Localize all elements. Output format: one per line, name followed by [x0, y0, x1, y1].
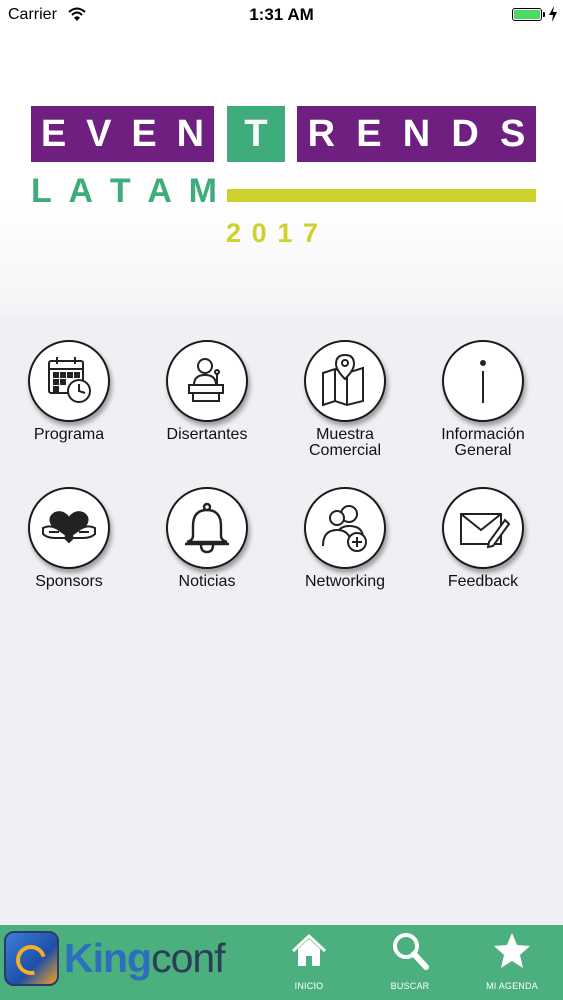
- menu-label: Programa: [33, 426, 105, 443]
- logo-rends-block: RENDS: [297, 106, 536, 162]
- info-icon: [480, 360, 486, 403]
- logo-year-digit: 0: [251, 218, 267, 248]
- status-bar: Carrier 1:31 AM: [0, 0, 563, 30]
- map-pin-icon: [322, 353, 364, 407]
- home-icon: [291, 933, 327, 966]
- menu-item-programa[interactable]: Programa: [4, 340, 134, 443]
- logo-rends-letter: S: [499, 112, 526, 155]
- logo-year-digit: 2: [226, 218, 242, 248]
- logo-rends-letter: N: [402, 112, 431, 155]
- tab-buscar[interactable]: BUSCAR: [375, 931, 445, 991]
- menu-icon-circle[interactable]: [166, 340, 248, 422]
- menu-label: Muestra Comercial: [308, 426, 381, 459]
- menu-icon-circle[interactable]: [442, 487, 524, 569]
- battery-tip: [543, 12, 545, 17]
- logo-rends-letter: D: [451, 112, 479, 155]
- logo-latam-letter: A: [147, 172, 172, 210]
- logo-year-digit: 1: [277, 218, 293, 248]
- menu-item-networking[interactable]: Networking: [280, 487, 410, 590]
- event-banner: EVEN T RENDS LATAM 2017: [0, 30, 563, 317]
- logo-event-block: EVEN: [31, 106, 214, 162]
- logo-year: 2017: [226, 218, 318, 249]
- star-icon: [494, 933, 530, 968]
- logo-t-block: T: [227, 106, 285, 162]
- logo-underline: [227, 189, 536, 202]
- menu-label: Disertantes: [166, 426, 248, 443]
- tab-mi-agenda[interactable]: MI AGENDA: [477, 931, 547, 991]
- menu-label: Noticias: [178, 573, 236, 590]
- calendar-clock-icon: [48, 357, 91, 403]
- tab-label: BUSCAR: [390, 981, 430, 991]
- status-time: 1:31 AM: [249, 5, 314, 24]
- tab-inicio[interactable]: INICIO: [274, 931, 344, 991]
- menu-label: Feedback: [447, 573, 519, 590]
- menu-item-noticias[interactable]: Noticias: [142, 487, 272, 590]
- heart-hands-icon: [42, 511, 96, 544]
- logo-latam: LATAM: [31, 172, 217, 211]
- tab-label: INICIO: [294, 981, 324, 991]
- menu-icon-circle[interactable]: [304, 340, 386, 422]
- kingconf-wordmark: Kingconf: [64, 935, 226, 982]
- menu-icon-circle[interactable]: [442, 340, 524, 422]
- charging-bolt-icon: [549, 6, 557, 22]
- add-people-icon: [322, 505, 367, 552]
- logo-rends-letter: R: [307, 112, 336, 155]
- brand-conf: conf: [151, 935, 225, 981]
- search-icon: [393, 933, 429, 970]
- battery-icon: [512, 8, 542, 21]
- kingconf-logo-icon: [4, 931, 59, 986]
- logo-event-letter: E: [40, 112, 67, 155]
- logo-event-letter: V: [86, 112, 112, 155]
- envelope-pen-icon: [460, 513, 511, 549]
- brand-king: King: [64, 935, 152, 981]
- logo-latam-letter: M: [188, 172, 217, 210]
- menu-icon-circle[interactable]: [304, 487, 386, 569]
- tab-bar: Kingconf INICIO BUSCAR MI AGENDA: [0, 925, 563, 1000]
- logo-event-letter: E: [131, 112, 157, 155]
- logo-latam-letter: L: [31, 172, 52, 210]
- menu-item-sponsors[interactable]: Sponsors: [4, 487, 134, 590]
- menu-icon-circle[interactable]: [28, 487, 110, 569]
- logo-year-digit: 7: [302, 218, 318, 248]
- menu-item-muestra-comercial[interactable]: Muestra Comercial: [280, 340, 410, 459]
- bell-icon: [185, 502, 229, 554]
- menu-label: Sponsors: [35, 573, 103, 590]
- menu-icon-circle[interactable]: [28, 340, 110, 422]
- logo-t-letter: T: [244, 112, 268, 155]
- tab-label: MI AGENDA: [486, 981, 538, 991]
- menu-label: Networking: [304, 573, 386, 590]
- logo-rends-letter: E: [356, 112, 382, 155]
- menu-label: Información General: [441, 426, 525, 459]
- menu-icon-circle[interactable]: [166, 487, 248, 569]
- logo-event-letter: N: [176, 112, 205, 155]
- logo-latam-letter: T: [109, 172, 131, 210]
- speaker-podium-icon: [188, 358, 224, 402]
- menu-item-disertantes[interactable]: Disertantes: [142, 340, 272, 443]
- menu-item-informacion-general[interactable]: Información General: [418, 340, 548, 459]
- logo-latam-letter: A: [68, 172, 94, 210]
- menu-item-feedback[interactable]: Feedback: [418, 487, 548, 590]
